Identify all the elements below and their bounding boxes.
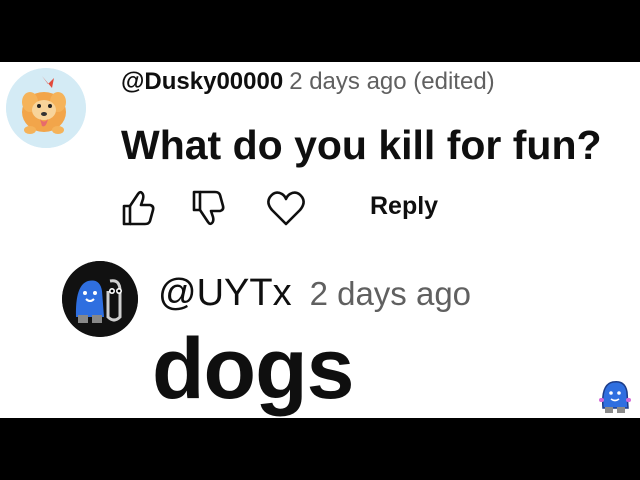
comment-username[interactable]: @Dusky00000 xyxy=(121,68,283,95)
heart-button[interactable] xyxy=(264,186,308,230)
letterbox-bottom xyxy=(0,418,640,480)
letterbox-top xyxy=(0,0,640,62)
comment-header: @Dusky00000 2 days ago (edited) xyxy=(121,68,495,96)
reply-timestamp: 2 days ago xyxy=(309,275,472,312)
reply-avatar[interactable] xyxy=(62,261,138,337)
heart-icon xyxy=(267,191,305,226)
comment-thread: @Dusky00000 2 days ago (edited) What do y… xyxy=(0,62,640,418)
thumbs-up-icon xyxy=(122,190,155,226)
comment-text: What do you kill for fun? xyxy=(121,122,602,168)
mascot-icon xyxy=(599,380,631,413)
thumbs-down-icon xyxy=(192,190,225,226)
avatar[interactable] xyxy=(6,68,86,148)
mascot-avatar-icon xyxy=(62,261,138,337)
dog-avatar-icon xyxy=(6,68,86,148)
dislike-button[interactable] xyxy=(188,186,232,230)
reply-header: @UYTx 2 days ago xyxy=(158,272,471,315)
like-button[interactable] xyxy=(118,186,162,230)
reply-username[interactable]: @UYTx xyxy=(158,272,292,314)
reply-button[interactable]: Reply xyxy=(370,192,438,221)
comment-timestamp: 2 days ago (edited) xyxy=(289,68,495,95)
mascot-watermark xyxy=(595,376,635,418)
reply-text: dogs xyxy=(152,321,354,417)
